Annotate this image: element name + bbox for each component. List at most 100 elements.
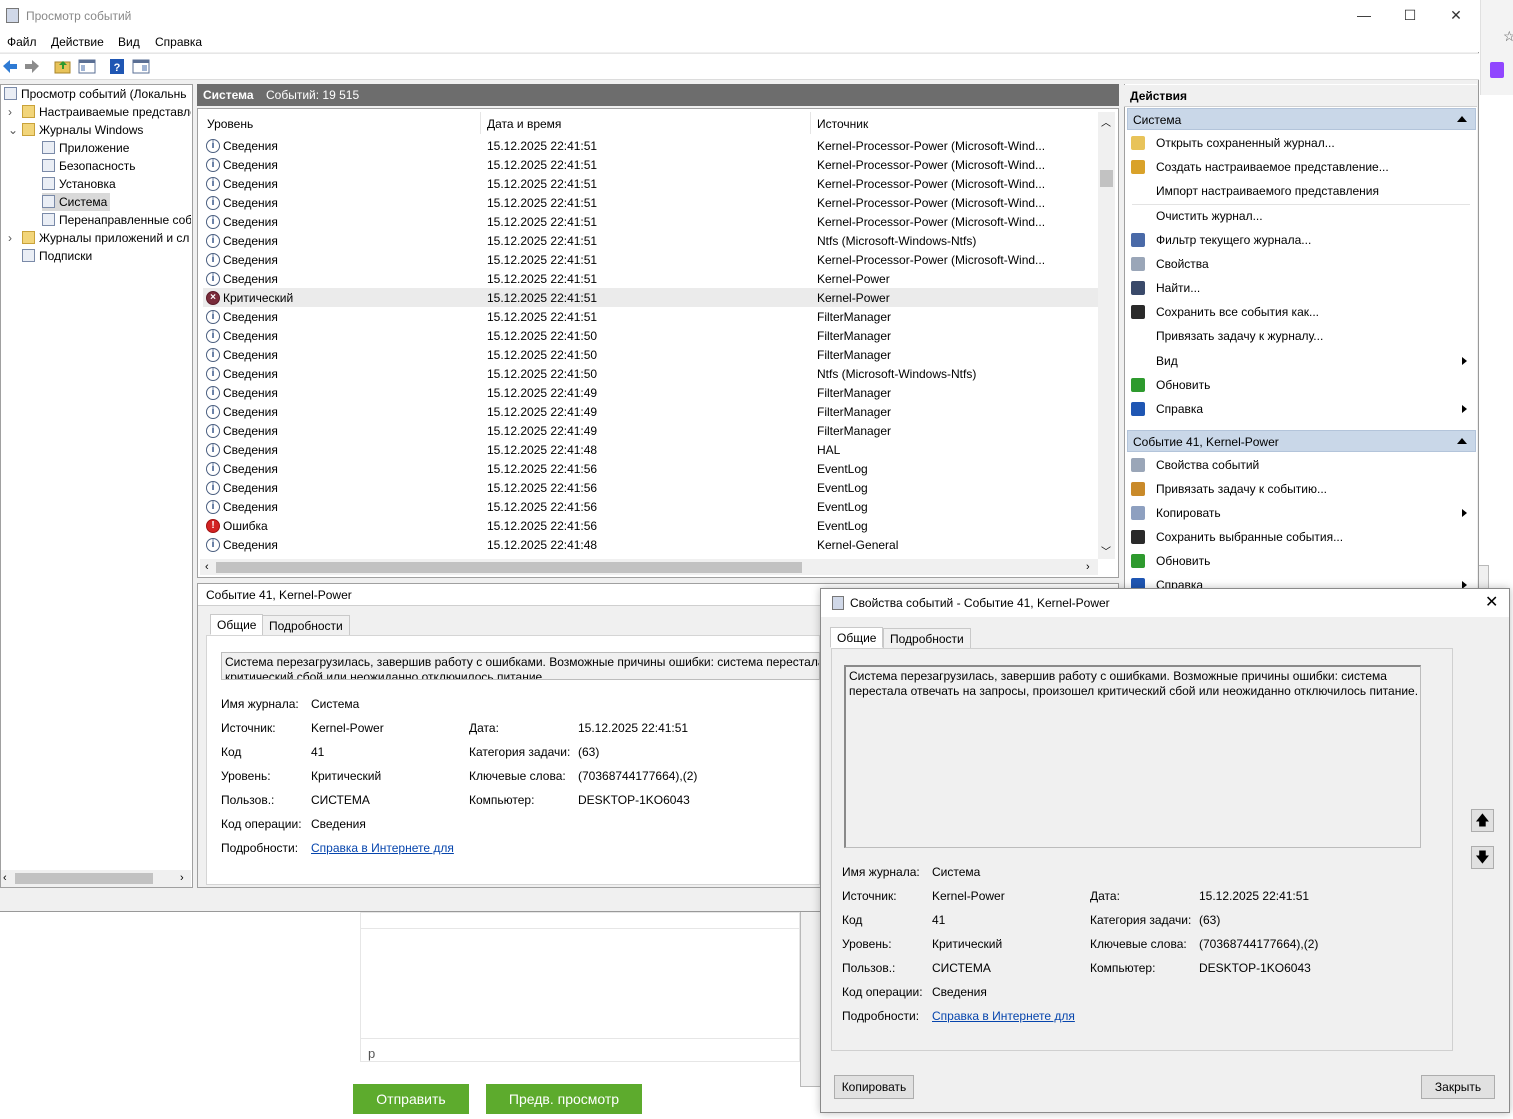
- action-item[interactable]: Найти...: [1128, 276, 1473, 300]
- action-item[interactable]: Вид: [1128, 349, 1473, 373]
- table-row[interactable]: i Сведения 15.12.2025 22:41:48 HAL: [203, 440, 1098, 459]
- action-item[interactable]: Сохранить выбранные события...: [1128, 525, 1473, 549]
- dialog-close-icon[interactable]: ✕: [1485, 592, 1498, 612]
- collapse-icon[interactable]: [1457, 438, 1467, 444]
- action-item[interactable]: Создать настраиваемое представление...: [1128, 155, 1473, 179]
- action-item[interactable]: Очистить журнал...: [1128, 204, 1473, 228]
- table-row[interactable]: i Сведения 15.12.2025 22:41:51 Ntfs (Micros…: [203, 231, 1098, 250]
- tree-item-content[interactable]: Подписки: [22, 247, 95, 265]
- table-row[interactable]: i Сведения 15.12.2025 22:41:56 EventLog: [203, 478, 1098, 497]
- menu-view[interactable]: Вид: [118, 35, 140, 49]
- scroll-down-icon[interactable]: ﹀: [1101, 543, 1111, 558]
- table-row[interactable]: i Сведения 15.12.2025 22:41:51 Kernel-Proce…: [203, 193, 1098, 212]
- tab-general[interactable]: Общие: [210, 614, 264, 635]
- table-row[interactable]: i Сведения 15.12.2025 22:41:49 FilterManage…: [203, 383, 1098, 402]
- next-event-button[interactable]: 🡇: [1471, 846, 1494, 869]
- tree-item-content[interactable]: Просмотр событий (Локальнь: [4, 85, 190, 103]
- action-item[interactable]: Обновить: [1128, 549, 1473, 573]
- action-item[interactable]: Сохранить все события как...: [1128, 300, 1473, 324]
- column-header-source[interactable]: Источник: [817, 117, 868, 131]
- tree-item[interactable]: Перенаправленные соб: [1, 211, 191, 229]
- tree-item-content[interactable]: Безопасность: [42, 157, 139, 175]
- dialog-tab-general[interactable]: Общие: [830, 627, 884, 648]
- online-help-link[interactable]: Справка в Интернете для: [311, 841, 454, 855]
- copy-button[interactable]: Копировать: [834, 1075, 914, 1099]
- scroll-right-icon[interactable]: ›: [180, 872, 184, 884]
- show-hide-tree-icon[interactable]: [78, 58, 96, 75]
- dialog-online-help-link[interactable]: Справка в Интернете для: [932, 1009, 1075, 1023]
- dialog-tab-details[interactable]: Подробности: [883, 628, 971, 649]
- tree-item-content[interactable]: Перенаправленные соб: [42, 211, 191, 229]
- action-item[interactable]: Привязать задачу к событию...: [1128, 477, 1473, 501]
- tree-item[interactable]: Установка: [1, 175, 191, 193]
- close-dialog-button[interactable]: Закрыть: [1421, 1075, 1495, 1099]
- preview-button[interactable]: Предв. просмотр: [486, 1084, 642, 1114]
- tree-item[interactable]: Подписки: [1, 247, 191, 265]
- action-item[interactable]: Свойства событий: [1128, 453, 1473, 477]
- action-item[interactable]: Обновить: [1128, 373, 1473, 397]
- action-item[interactable]: Импорт настраиваемого представления: [1128, 179, 1473, 203]
- column-header-date[interactable]: Дата и время: [487, 117, 561, 131]
- previous-event-button[interactable]: 🡅: [1471, 809, 1494, 832]
- table-row[interactable]: i Сведения 15.12.2025 22:41:51 Kernel-Proce…: [203, 155, 1098, 174]
- actions-section-event[interactable]: Событие 41, Kernel-Power: [1127, 430, 1476, 452]
- action-item[interactable]: Привязать задачу к журналу...: [1128, 324, 1473, 348]
- menu-action[interactable]: Действие: [51, 35, 104, 49]
- table-row[interactable]: i Сведения 15.12.2025 22:41:51 Kernel-Proce…: [203, 136, 1098, 155]
- table-row[interactable]: i Сведения 15.12.2025 22:41:56 EventLog: [203, 459, 1098, 478]
- column-header-level[interactable]: Уровень: [207, 117, 253, 131]
- column-divider[interactable]: [480, 112, 481, 134]
- table-row[interactable]: × Критический 15.12.2025 22:41:51 Kernel-Po…: [203, 288, 1098, 307]
- scroll-left-icon[interactable]: ‹: [3, 872, 7, 884]
- scroll-right-icon[interactable]: ›: [1086, 561, 1090, 573]
- close-button[interactable]: ✕: [1433, 0, 1479, 30]
- table-row[interactable]: i Сведения 15.12.2025 22:41:51 Kernel-Proce…: [203, 250, 1098, 269]
- table-row[interactable]: i Сведения 15.12.2025 22:41:49 FilterManage…: [203, 402, 1098, 421]
- actions-section-system[interactable]: Система: [1127, 108, 1476, 130]
- send-button[interactable]: Отправить: [353, 1084, 469, 1114]
- scroll-left-icon[interactable]: ‹: [205, 561, 209, 573]
- tree-item[interactable]: › Настраиваемые представле: [1, 103, 191, 121]
- show-action-pane-icon[interactable]: [132, 58, 150, 75]
- tree-item-content[interactable]: Настраиваемые представле: [22, 103, 191, 121]
- tab-details[interactable]: Подробности: [262, 615, 350, 636]
- tree-item-content[interactable]: Журналы Windows: [22, 121, 146, 139]
- expand-icon[interactable]: ›: [8, 103, 12, 121]
- expand-icon[interactable]: ›: [8, 229, 12, 247]
- menu-file[interactable]: Файл: [7, 35, 37, 49]
- table-row[interactable]: i Сведения 15.12.2025 22:41:50 Ntfs (Micros…: [203, 364, 1098, 383]
- action-item[interactable]: Открыть сохраненный журнал...: [1128, 131, 1473, 155]
- back-icon[interactable]: [1, 58, 19, 75]
- tree-item-content[interactable]: Журналы приложений и сл: [22, 229, 191, 247]
- table-row[interactable]: i Сведения 15.12.2025 22:41:51 Kernel-Power: [203, 269, 1098, 288]
- table-row[interactable]: i Сведения 15.12.2025 22:41:51 Kernel-Proce…: [203, 174, 1098, 193]
- menu-help[interactable]: Справка: [155, 35, 202, 49]
- list-scroll-thumb[interactable]: [1100, 170, 1113, 187]
- table-row[interactable]: i Сведения 15.12.2025 22:41:48 Kernel-Gener…: [203, 535, 1098, 554]
- minimize-button[interactable]: —: [1341, 0, 1387, 30]
- table-row[interactable]: i Сведения 15.12.2025 22:41:51 FilterManage…: [203, 307, 1098, 326]
- table-row[interactable]: ! Ошибка 15.12.2025 22:41:56 EventLog: [203, 516, 1098, 535]
- table-row[interactable]: i Сведения 15.12.2025 22:41:50 FilterManage…: [203, 326, 1098, 345]
- tree-item[interactable]: Просмотр событий (Локальнь: [1, 85, 191, 103]
- maximize-button[interactable]: ☐: [1387, 0, 1433, 30]
- help-icon[interactable]: ?: [108, 58, 126, 75]
- tree-item[interactable]: Система: [1, 193, 191, 211]
- action-item[interactable]: Фильтр текущего журнала...: [1128, 228, 1473, 252]
- forward-icon[interactable]: [23, 58, 41, 75]
- table-row[interactable]: i Сведения 15.12.2025 22:41:56 EventLog: [203, 497, 1098, 516]
- collapse-icon[interactable]: ⌄: [8, 121, 18, 139]
- action-item[interactable]: Справка: [1128, 397, 1473, 421]
- tree-scroll-thumb[interactable]: [15, 873, 153, 884]
- column-divider[interactable]: [810, 112, 811, 134]
- action-item[interactable]: Свойства: [1128, 252, 1473, 276]
- scroll-up-icon[interactable]: ︿: [1101, 114, 1111, 129]
- folder-up-icon[interactable]: [54, 58, 72, 75]
- tree-item-content[interactable]: Система: [42, 193, 111, 211]
- tree-item[interactable]: Безопасность: [1, 157, 191, 175]
- message-input[interactable]: p: [360, 1038, 800, 1062]
- tree-item[interactable]: › Журналы приложений и сл: [1, 229, 191, 247]
- tree-item[interactable]: ⌄ Журналы Windows: [1, 121, 191, 139]
- tree-item-content[interactable]: Установка: [42, 175, 119, 193]
- tree-item-content[interactable]: Приложение: [42, 139, 132, 157]
